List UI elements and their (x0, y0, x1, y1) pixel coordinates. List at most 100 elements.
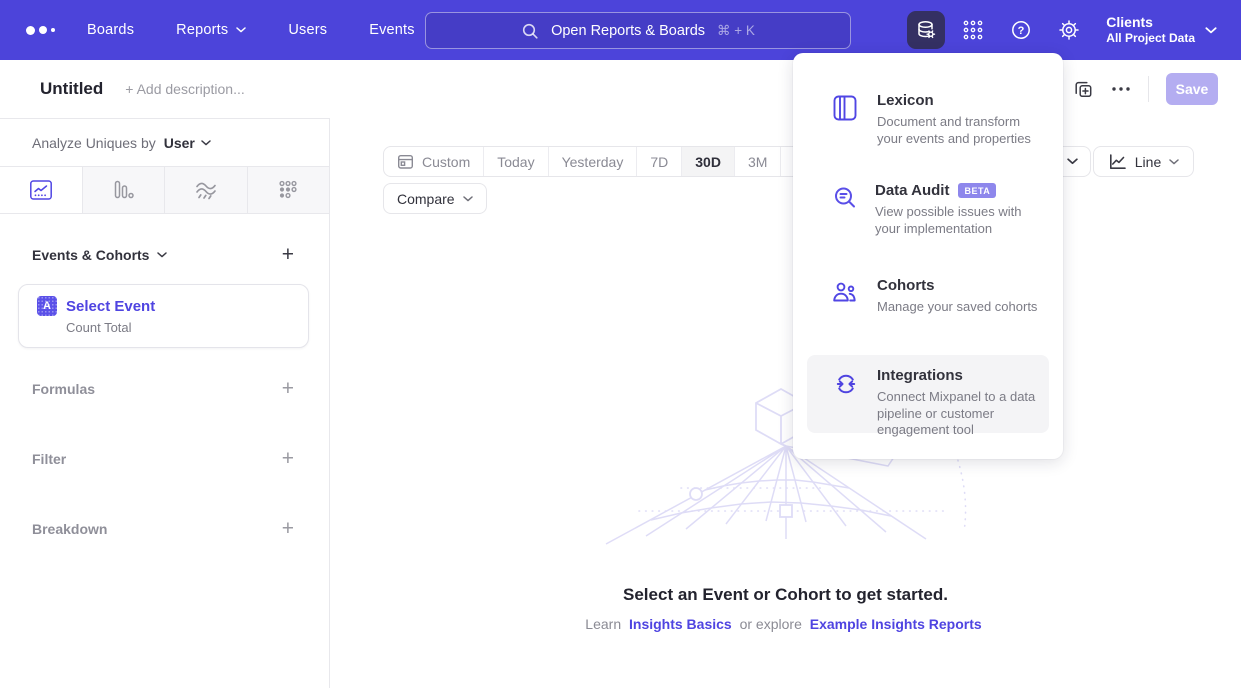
save-button[interactable]: Save (1166, 73, 1218, 105)
chart-type-label: Line (1135, 154, 1161, 170)
apps-grid-icon (962, 19, 984, 41)
nav-right-group: ? Clients All Project Data (907, 0, 1241, 60)
date-range-label: Today (497, 154, 534, 170)
add-breakdown-button[interactable]: + (282, 521, 294, 537)
select-event-card[interactable]: A Select Event Count Total (18, 284, 309, 348)
formulas-section: Formulas + (0, 381, 329, 397)
date-range-label: Custom (422, 154, 470, 170)
add-filter-button[interactable]: + (282, 451, 294, 467)
tab-bar-chart[interactable] (82, 167, 165, 213)
breakdown-section: Breakdown + (0, 521, 329, 537)
report-title[interactable]: Untitled (40, 79, 103, 99)
data-management-button[interactable] (907, 11, 945, 49)
integrations-icon (831, 367, 861, 423)
chevron-down-icon (236, 27, 246, 33)
menu-item-description: Connect Mixpanel to a data pipeline or c… (877, 389, 1039, 439)
date-range-control: Custom Today Yesterday 7D 30D 3M 6M (383, 146, 828, 177)
nav-item-reports[interactable]: Reports (176, 22, 246, 38)
visualization-tabs (0, 166, 329, 214)
add-event-button[interactable]: + (282, 247, 294, 263)
compare-label: Compare (397, 191, 455, 207)
project-name: Clients (1106, 14, 1195, 31)
top-nav: Boards Reports Users Events Open Reports… (0, 0, 1241, 60)
compare-button[interactable]: Compare (383, 183, 487, 214)
analyze-row: Analyze Uniques by User (0, 119, 329, 166)
date-range-label: 3M (748, 154, 767, 170)
gear-icon (1058, 19, 1080, 41)
menu-item-description: View possible issues with your implement… (875, 204, 1039, 237)
date-range-30d[interactable]: 30D (681, 147, 734, 176)
chart-type-dropdown[interactable]: Line (1093, 146, 1194, 177)
date-range-7d[interactable]: 7D (636, 147, 681, 176)
project-scope: All Project Data (1106, 31, 1195, 46)
tab-metrics[interactable] (247, 167, 330, 213)
date-range-custom[interactable]: Custom (384, 147, 483, 176)
empty-state-links: Learn Insights Basics or explore Example… (330, 616, 1241, 632)
analyze-label: Analyze Uniques by (32, 135, 156, 151)
chevron-down-icon[interactable] (1205, 27, 1217, 34)
bar-chart-tab-icon (111, 179, 135, 201)
learn-prefix: Learn (585, 616, 621, 632)
date-range-yesterday[interactable]: Yesterday (548, 147, 637, 176)
insights-basics-link[interactable]: Insights Basics (629, 616, 732, 632)
mixpanel-logo[interactable] (0, 26, 55, 35)
chevron-down-icon (201, 140, 211, 146)
line-chart-tab-icon (29, 179, 53, 201)
chevron-down-icon (1169, 159, 1179, 165)
menu-item-title: Data Audit (875, 182, 949, 199)
count-total-label[interactable]: Count Total (66, 320, 308, 335)
date-range-today[interactable]: Today (483, 147, 547, 176)
add-formula-button[interactable]: + (282, 381, 294, 397)
project-selector[interactable]: Clients All Project Data (1106, 14, 1195, 46)
analyze-by-value: User (164, 135, 195, 151)
report-canvas: Custom Today Yesterday 7D 30D 3M 6M Line… (330, 118, 1241, 688)
date-range-3m[interactable]: 3M (734, 147, 780, 176)
menu-item-integrations[interactable]: Integrations Connect Mixpanel to a data … (807, 355, 1049, 433)
select-event-label: Select Event (66, 298, 155, 315)
menu-item-lexicon[interactable]: Lexicon Document and transform your even… (807, 80, 1049, 157)
breakdown-label: Breakdown (32, 521, 107, 537)
menu-item-description: Manage your saved cohorts (877, 299, 1037, 316)
beta-badge: BETA (958, 183, 996, 198)
flows-tab-icon (194, 179, 218, 201)
tab-insights-line[interactable] (0, 167, 82, 213)
menu-item-data-audit[interactable]: Data Audit BETA View possible issues wit… (807, 170, 1049, 247)
menu-item-title: Integrations (877, 367, 963, 384)
filter-label: Filter (32, 451, 66, 467)
cohorts-icon (831, 277, 861, 316)
menu-item-title: Cohorts (877, 277, 935, 294)
menu-item-title: Lexicon (877, 92, 934, 109)
header-actions: Save (1073, 60, 1218, 118)
events-cohorts-header[interactable]: Events & Cohorts (32, 247, 167, 263)
menu-item-cohorts[interactable]: Cohorts Manage your saved cohorts (807, 265, 1049, 326)
example-reports-link[interactable]: Example Insights Reports (810, 616, 982, 632)
global-search-button[interactable]: Open Reports & Boards ⌘ + K (425, 12, 851, 49)
database-gear-icon (914, 18, 938, 42)
settings-button[interactable] (1058, 19, 1080, 41)
metrics-tab-icon (276, 179, 300, 201)
tab-flows[interactable] (164, 167, 247, 213)
add-description-field[interactable]: + Add description... (125, 81, 244, 97)
events-cohorts-section: Events & Cohorts + (0, 247, 329, 263)
help-icon: ? (1010, 19, 1032, 41)
logo-dot (39, 26, 47, 34)
logo-dot (51, 28, 55, 32)
nav-item-boards[interactable]: Boards (87, 22, 134, 38)
empty-state: Select an Event or Cohort to get started… (330, 354, 1241, 632)
search-placeholder: Open Reports & Boards (551, 23, 705, 39)
duplicate-button[interactable] (1073, 79, 1094, 100)
apps-grid-button[interactable] (962, 19, 984, 41)
nav-item-users[interactable]: Users (288, 22, 327, 38)
calendar-icon (397, 153, 414, 170)
analyze-by-dropdown[interactable]: User (164, 135, 211, 151)
formulas-label: Formulas (32, 381, 95, 397)
divider (1148, 76, 1149, 102)
date-range-label: Yesterday (562, 154, 624, 170)
help-button[interactable]: ? (1010, 19, 1032, 41)
nav-item-events[interactable]: Events (369, 22, 415, 38)
search-icon (521, 22, 539, 40)
query-sidebar: Analyze Uniques by User (0, 118, 330, 688)
nav-item-label: Boards (87, 22, 134, 38)
more-options-button[interactable] (1111, 86, 1131, 92)
lexicon-icon (831, 92, 861, 147)
